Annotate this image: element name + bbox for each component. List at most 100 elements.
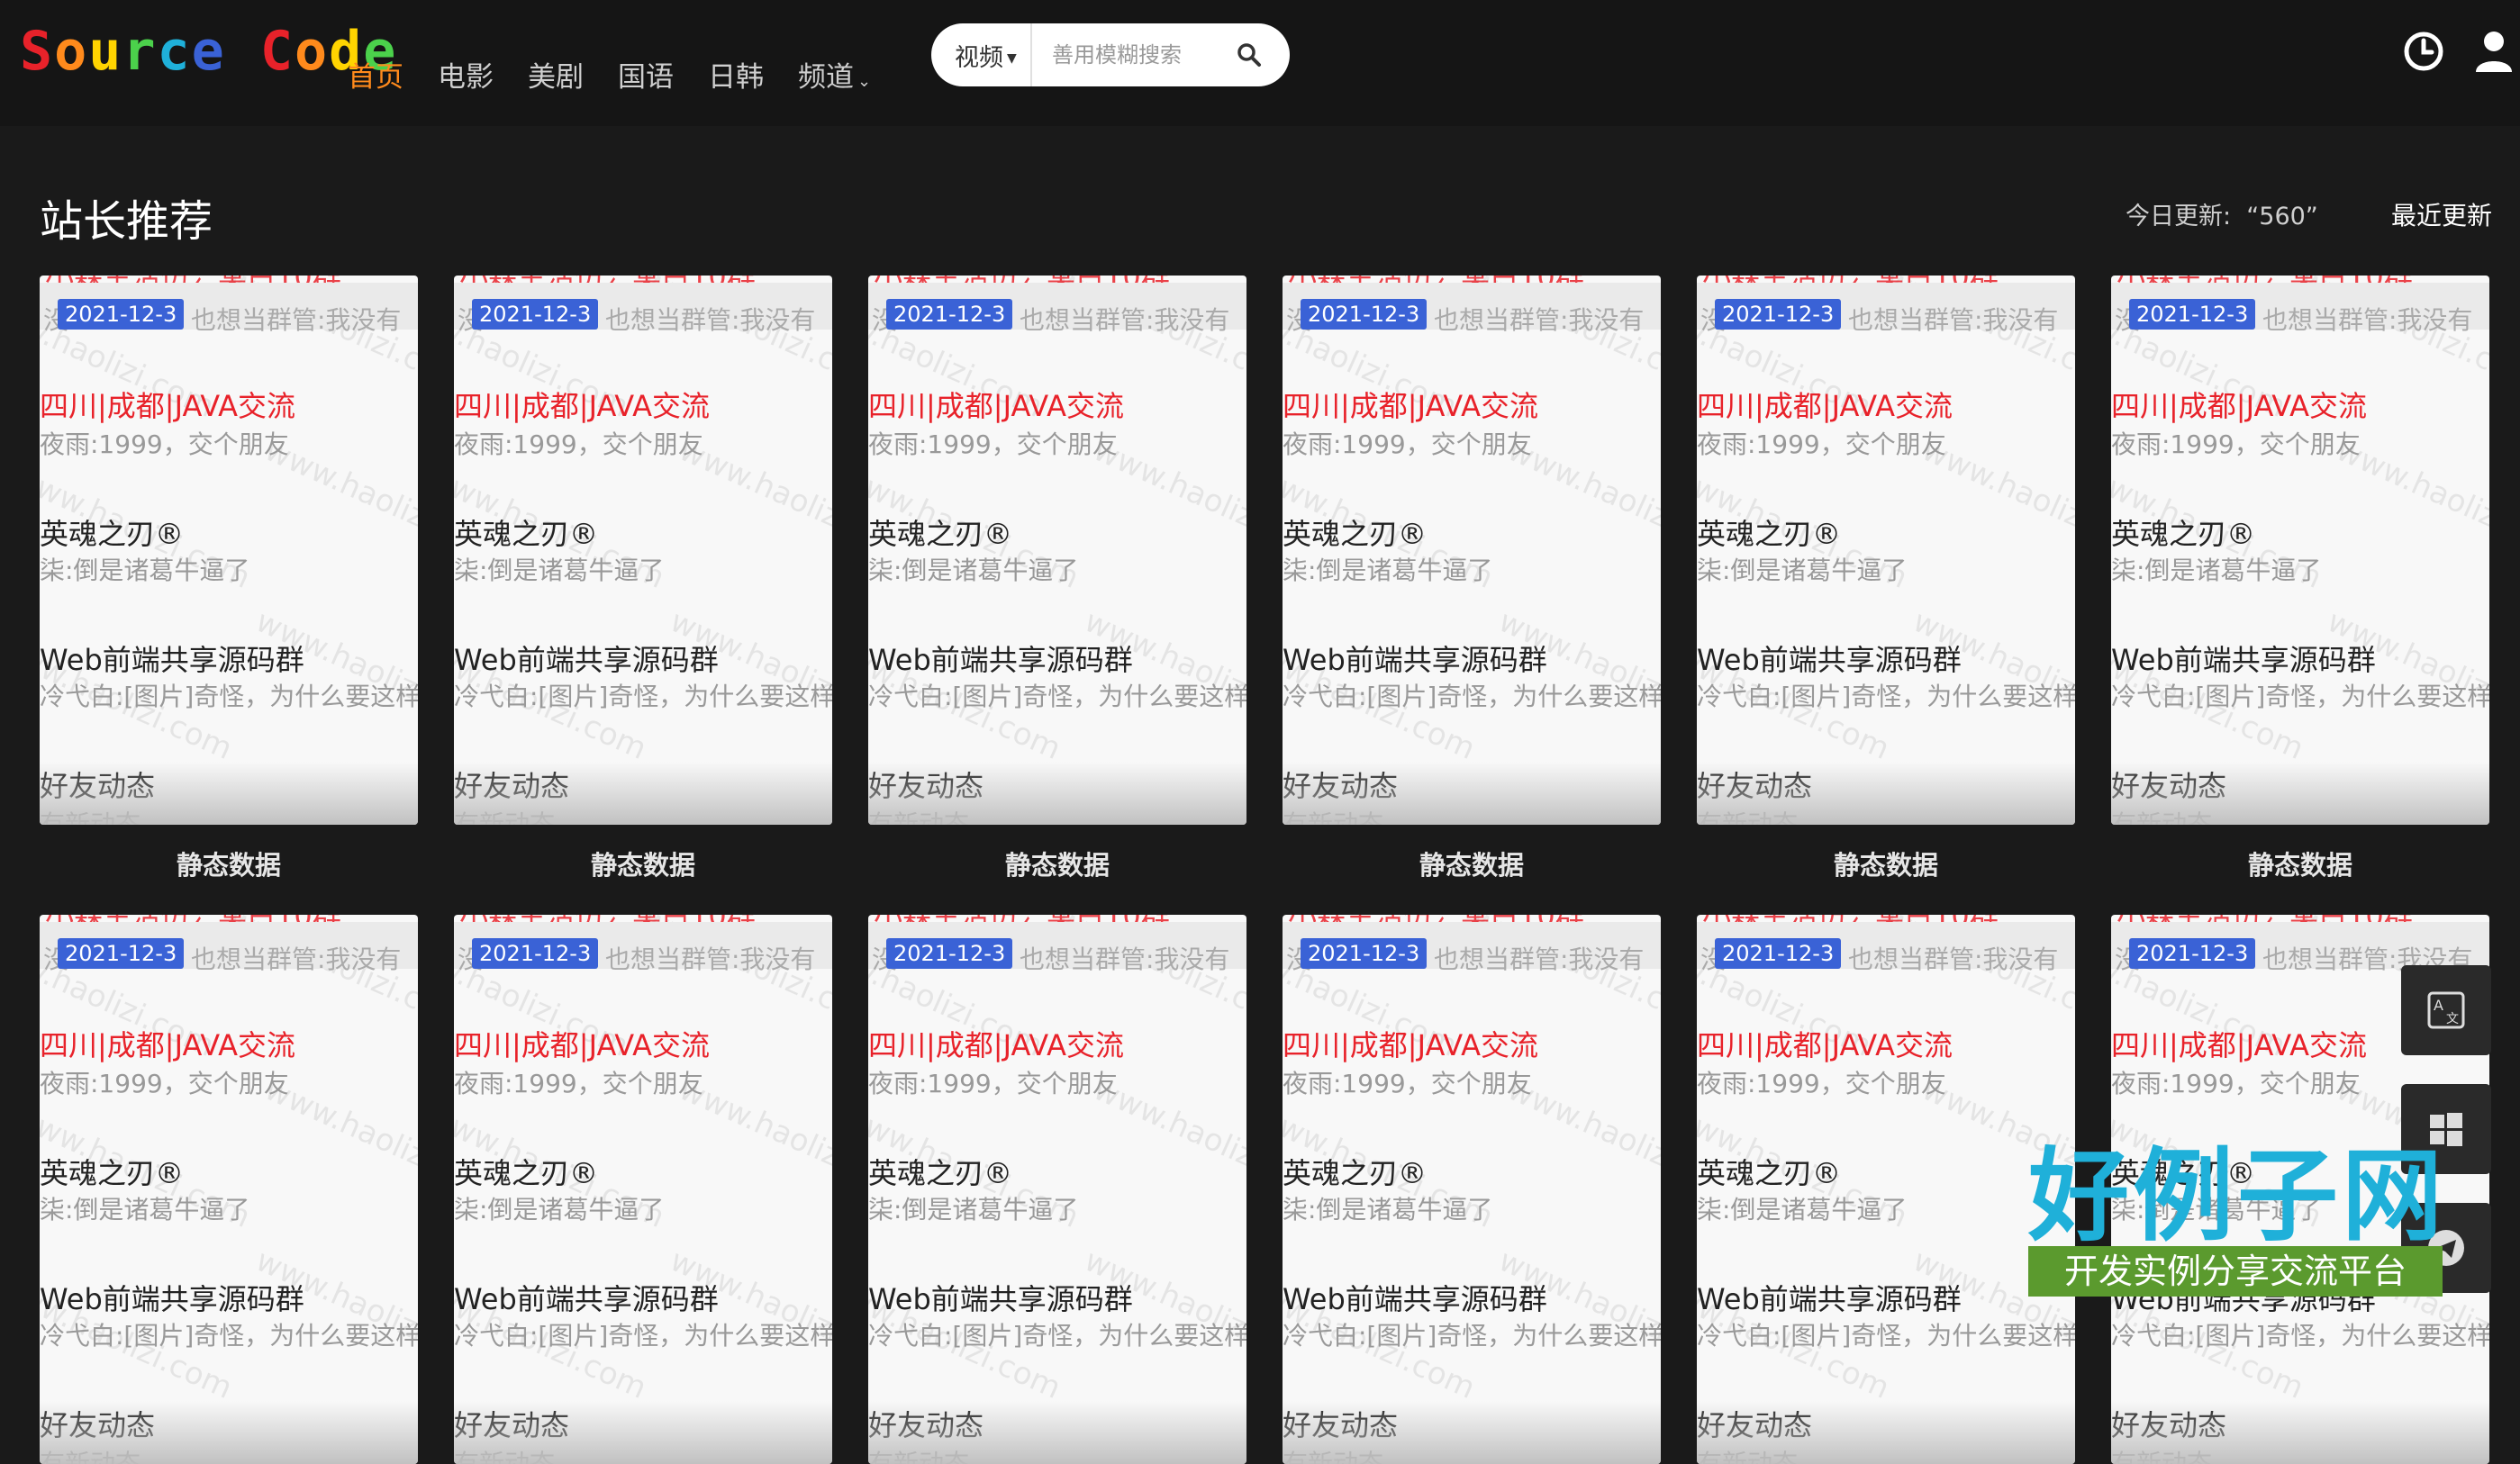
thumb-group3-msg: 冷弋白:[图片]奇怪，为什么要这样 — [868, 682, 1246, 711]
thumb-chat-bar: 没 2021-12-3 也想当群管:我没有 — [1283, 922, 1661, 974]
logo-letter: C — [259, 20, 295, 83]
card-thumbnail[interactable]: www.haolizi.com www.haolizi.com www.haoliz… — [1697, 915, 2075, 1464]
nav-item-us-drama[interactable]: 美剧 — [528, 54, 584, 95]
thumb-group2-title: 英魂之刃® — [1283, 1156, 1428, 1190]
today-update-label: 今日更新: — [2126, 203, 2232, 230]
thumb-group3-msg: 冷弋白:[图片]奇怪，为什么要这样 — [454, 682, 832, 711]
site-logo[interactable]: Source Code — [20, 20, 397, 83]
thumb-group1-title: 四川|成都|JAVA交流 — [2111, 389, 2368, 423]
top-header: Source Code 首页 电影 美剧 国语 日韩 频道 ⌄ 视频 ▼ — [0, 0, 2520, 126]
thumb-bar-text: 也想当群管:我没有 — [605, 944, 816, 974]
brand-subtitle: 开发实例分享交流平台 — [2028, 1246, 2443, 1297]
brand-watermark: 好例子网 开发实例分享交流平台 — [2028, 1115, 2443, 1304]
logo-letter: r — [122, 20, 158, 83]
today-update-count: 今日更新: “560” — [2126, 196, 2318, 231]
card-caption[interactable]: 静态数据 — [2111, 845, 2489, 882]
card-thumbnail[interactable]: www.haolizi.com www.haolizi.com www.haoliz… — [454, 915, 832, 1464]
thumb-group1-msg: 夜雨:1999，交个朋友 — [1283, 1069, 1532, 1098]
thumb-group4-msg: 有新动态 — [40, 1449, 141, 1464]
thumb-group3-msg: 冷弋白:[图片]奇怪，为什么要这样 — [40, 1321, 418, 1351]
thumb-bar-text: 也想当群管:我没有 — [191, 944, 402, 974]
thumb-group4-title: 好友动态 — [454, 769, 570, 803]
thumb-group3-title: Web前端共享源码群 — [868, 643, 1133, 677]
thumb-bar-text: 也想当群管:我没有 — [1020, 305, 1230, 335]
card-thumbnail[interactable]: www.haolizi.com www.haolizi.com www.haoliz… — [40, 276, 418, 825]
search-input[interactable] — [1050, 41, 1234, 68]
thumb-group4-msg: 有新动态 — [1697, 809, 1799, 825]
thumb-chat-bar: 没 2021-12-3 也想当群管:我没有 — [1697, 283, 2075, 335]
logo-letter: o — [295, 20, 330, 83]
thumb-group3-msg: 冷弋白:[图片]奇怪，为什么要这样 — [868, 1321, 1246, 1351]
thumb-group4-msg: 有新动态 — [868, 809, 970, 825]
card-thumbnail[interactable]: www.haolizi.com www.haolizi.com www.haoliz… — [1697, 276, 2075, 825]
thumb-group2-title: 英魂之刃® — [868, 1156, 1013, 1190]
thumb-group3-title: Web前端共享源码群 — [40, 643, 304, 677]
thumb-group2-msg: 柒:倒是诸葛牛逼了 — [1283, 556, 1493, 585]
thumb-group2-msg: 柒:倒是诸葛牛逼了 — [868, 556, 1079, 585]
thumb-chat-bar: 没 2021-12-3 也想当群管:我没有 — [40, 283, 418, 335]
thumb-date-badge: 2021-12-3 — [58, 299, 185, 330]
search-icon[interactable] — [1236, 41, 1263, 68]
thumb-group2-title: 英魂之刃® — [454, 517, 599, 551]
thumb-chat-bar: 没 2021-12-3 也想当群管:我没有 — [868, 283, 1246, 335]
thumb-group3-title: Web前端共享源码群 — [868, 1282, 1133, 1316]
thumb-group3-msg: 冷弋白:[图片]奇怪，为什么要这样 — [2111, 1321, 2489, 1351]
thumb-chat-bar: 没 2021-12-3 也想当群管:我没有 — [454, 283, 832, 335]
thumb-bar-text: 也想当群管:我没有 — [1434, 944, 1645, 974]
thumb-group4-msg: 有新动态 — [868, 1449, 970, 1464]
logo-letter: c — [157, 20, 192, 83]
user-icon[interactable] — [2471, 29, 2516, 74]
thumb-group2-msg: 柒:倒是诸葛牛逼了 — [40, 556, 250, 585]
card-thumbnail[interactable]: www.haolizi.com www.haolizi.com www.haoliz… — [868, 276, 1246, 825]
thumb-bar-text: 也想当群管:我没有 — [1434, 305, 1645, 335]
thumb-group2-msg: 柒:倒是诸葛牛逼了 — [454, 556, 665, 585]
logo-letter: o — [54, 20, 89, 83]
thumb-date-badge: 2021-12-3 — [472, 299, 599, 330]
nav-item-home[interactable]: 首页 — [348, 54, 403, 95]
card-thumbnail[interactable]: www.haolizi.com www.haolizi.com www.haoliz… — [1283, 276, 1661, 825]
chevron-down-icon: ⌄ — [857, 72, 872, 91]
recent-update-link[interactable]: 最近更新 — [2391, 196, 2492, 232]
card-caption[interactable]: 静态数据 — [868, 845, 1246, 882]
search-divider — [1030, 23, 1032, 86]
nav-item-mandarin[interactable]: 国语 — [618, 54, 674, 95]
card-thumbnail[interactable]: www.haolizi.com www.haolizi.com www.haoliz… — [40, 915, 418, 1464]
card-thumbnail[interactable]: www.haolizi.com www.haolizi.com www.haoliz… — [454, 276, 832, 825]
thumb-group2-title: 英魂之刃® — [868, 517, 1013, 551]
nav-item-movie[interactable]: 电影 — [438, 54, 494, 95]
thumb-group1-title: 四川|成都|JAVA交流 — [40, 1028, 296, 1062]
thumb-date-badge: 2021-12-3 — [886, 938, 1013, 969]
thumb-bar-text: 也想当群管:我没有 — [1848, 944, 2059, 974]
thumb-group2-title: 英魂之刃® — [40, 517, 185, 551]
thumb-group1-title: 四川|成都|JAVA交流 — [868, 389, 1125, 423]
thumb-group4-title: 好友动态 — [40, 769, 156, 803]
thumb-group4-msg: 有新动态 — [2111, 809, 2213, 825]
thumb-group4-title: 好友动态 — [1697, 1408, 1813, 1442]
card-thumbnail[interactable]: www.haolizi.com www.haolizi.com www.haoliz… — [1283, 915, 1661, 1464]
nav-item-jp-kr[interactable]: 日韩 — [708, 54, 764, 95]
thumb-group3-title: Web前端共享源码群 — [1283, 643, 1547, 677]
card-caption[interactable]: 静态数据 — [40, 845, 418, 882]
thumb-group3-title: Web前端共享源码群 — [1697, 1282, 1962, 1316]
logo-letter: S — [20, 20, 55, 83]
thumb-group1-msg: 夜雨:1999，交个朋友 — [2111, 429, 2361, 459]
card-caption[interactable]: 静态数据 — [454, 845, 832, 882]
thumb-group2-msg: 柒:倒是诸葛牛逼了 — [2111, 556, 2322, 585]
card-caption[interactable]: 静态数据 — [1283, 845, 1661, 882]
thumb-date-badge: 2021-12-3 — [2129, 299, 2256, 330]
thumb-group3-title: Web前端共享源码群 — [454, 643, 719, 677]
thumb-date-badge: 2021-12-3 — [1715, 938, 1842, 969]
translate-button[interactable]: A 文 — [2401, 965, 2491, 1055]
history-clock-icon[interactable] — [2401, 29, 2446, 74]
card-thumbnail[interactable]: www.haolizi.com www.haolizi.com www.haoliz… — [2111, 276, 2489, 825]
thumb-bar-text: 也想当群管:我没有 — [605, 305, 816, 335]
today-update-value: “560” — [2246, 203, 2318, 230]
thumb-group2-title: 英魂之刃® — [454, 1156, 599, 1190]
thumb-chat-bar: 没 2021-12-3 也想当群管:我没有 — [868, 922, 1246, 974]
thumb-group4-title: 好友动态 — [2111, 769, 2227, 803]
card-caption[interactable]: 静态数据 — [1697, 845, 2075, 882]
card-thumbnail[interactable]: www.haolizi.com www.haolizi.com www.haoliz… — [868, 915, 1246, 1464]
thumb-group1-title: 四川|成都|JAVA交流 — [1283, 389, 1539, 423]
search-type-select[interactable]: 视频 ▼ — [955, 38, 1029, 73]
nav-item-channel[interactable]: 频道 ⌄ — [798, 54, 871, 95]
